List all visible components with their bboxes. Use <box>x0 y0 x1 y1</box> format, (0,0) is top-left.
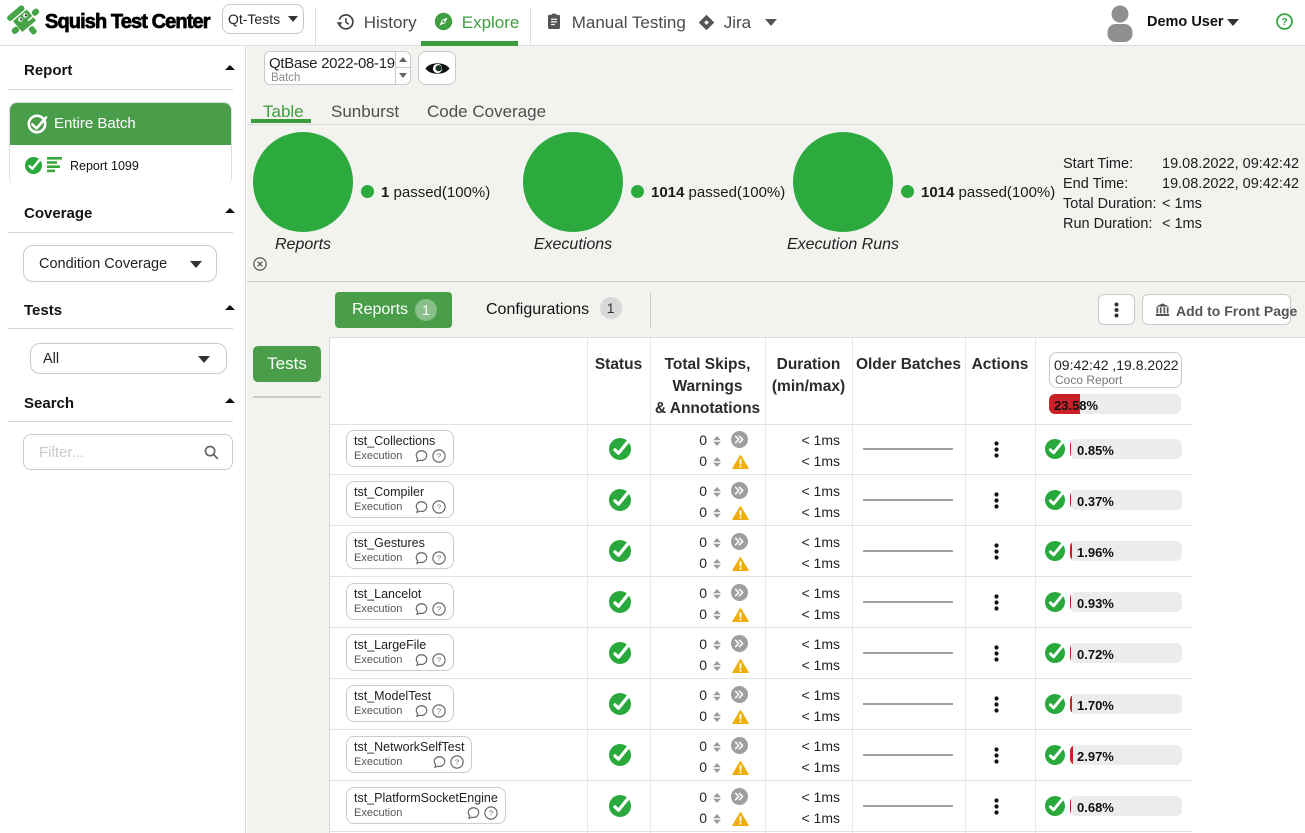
svg-text:?: ? <box>437 503 441 512</box>
svg-text:?: ? <box>489 809 493 818</box>
svg-text:?: ? <box>437 656 441 665</box>
svg-text:?: ? <box>437 707 441 716</box>
svg-text:?: ? <box>437 605 441 614</box>
svg-text:?: ? <box>455 758 459 767</box>
svg-text:?: ? <box>437 554 441 563</box>
svg-text:?: ? <box>437 452 441 461</box>
svg-text:?: ? <box>1281 17 1287 28</box>
